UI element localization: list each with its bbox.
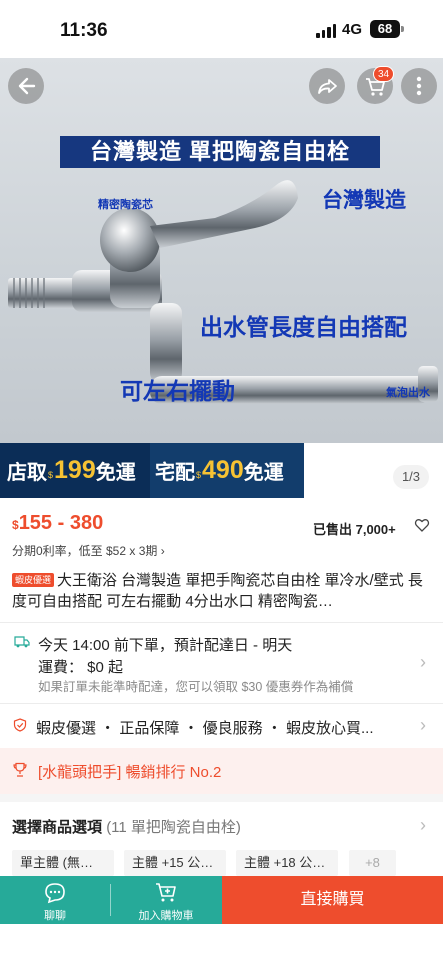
caption-swing: 可左右擺動 — [120, 378, 235, 404]
shield-check-icon — [13, 718, 27, 732]
price: $155 - 380 — [12, 512, 103, 535]
delivery-guarantee-note: 如果訂單未能準時配達，您可以領取 $30 優惠券作為補償 — [38, 680, 354, 694]
delivery-estimate: 今天 14:00 前下單，預計配達日 - 明天 — [38, 637, 293, 654]
add-to-cart-button[interactable]: 加入購物車 — [110, 876, 222, 924]
sold-count: 已售出 7,000+ — [313, 522, 396, 537]
chat-button[interactable]: 聊聊 — [0, 876, 110, 924]
price-range: 155 - 380 — [18, 512, 104, 534]
store-pickup-promo: 店取 $ 199 免運 — [0, 443, 150, 498]
share-icon — [318, 79, 337, 94]
signal-icon — [316, 24, 336, 38]
caption-pipe-length: 出水管長度自由搭配 — [200, 314, 407, 340]
share-button[interactable] — [309, 68, 345, 104]
options-title-label: 選擇商品選項 — [12, 819, 103, 836]
product-title: 蝦皮優選 大王衛浴 台灣製造 單把手陶瓷芯自由栓 單冷水/壁式 長度可自由搭配 可… — [12, 570, 432, 612]
chevron-right-icon: › — [420, 715, 426, 735]
option-chip[interactable]: 主體 +18 公… — [236, 850, 338, 876]
home-delivery-promo: 宅配 $ 490 免運 — [150, 443, 304, 498]
caption-ceramic-core: 精密陶瓷芯 — [98, 199, 153, 211]
home-amount: 490 — [202, 456, 244, 484]
add-cart-icon — [156, 883, 176, 902]
home-free: 免運 — [243, 462, 284, 484]
add-cart-label: 加入購物車 — [138, 910, 194, 922]
pickup-amount: 199 — [54, 456, 96, 484]
more-vertical-icon — [416, 76, 422, 96]
image-page-indicator: 1/3 — [393, 465, 429, 489]
price-currency: $ — [12, 518, 19, 532]
shipping-fee: 運費： $0 起 — [38, 659, 124, 676]
more-options-chip[interactable]: +8 — [349, 850, 396, 876]
divider — [0, 622, 443, 623]
back-button[interactable] — [8, 68, 44, 104]
options-title: 選擇商品選項 (11 單把陶瓷自由栓) — [12, 816, 241, 837]
ranking-text[interactable]: [水龍頭把手] 暢銷排行 No.2 — [38, 761, 221, 782]
caption-aerator: 氣泡出水 — [386, 387, 430, 399]
caption-made-in-taiwan: 台灣製造 — [322, 189, 406, 212]
truck-icon — [14, 636, 30, 648]
hero-banner: 台灣製造 單把陶瓷自由栓 — [60, 136, 380, 168]
chat-label: 聊聊 — [44, 910, 66, 922]
chat-icon — [45, 883, 65, 904]
chevron-right-icon: › — [420, 815, 426, 835]
divider — [0, 703, 443, 704]
divider — [110, 884, 111, 916]
pickup-free: 免運 — [95, 462, 136, 484]
cart-count-badge: 34 — [373, 66, 395, 82]
heart-icon[interactable] — [414, 517, 430, 533]
home-currency: $ — [196, 469, 202, 480]
pickup-label: 店取 — [7, 462, 47, 484]
options-count: (11 單把陶瓷自由栓) — [106, 819, 241, 836]
section-gap — [0, 794, 443, 802]
product-title-text: 大王衛浴 台灣製造 單把手陶瓷芯自由栓 單冷水/壁式 長度可自由搭配 可左右擺動… — [12, 572, 423, 610]
bottom-action-bar: 聊聊 加入購物車 直接購買 — [0, 876, 443, 924]
network-type: 4G — [342, 21, 363, 38]
free-shipping-strip: 店取 $ 199 免運 宅配 $ 490 免運 — [0, 443, 443, 498]
status-time: 11:36 — [60, 20, 108, 41]
battery-icon: 68 — [370, 20, 400, 38]
buy-now-button[interactable]: 直接購買 — [222, 876, 443, 924]
home-label: 宅配 — [155, 462, 195, 484]
trophy-icon — [13, 762, 27, 777]
status-bar: 11:36 4G 68 — [0, 0, 443, 58]
option-chip[interactable]: 主體 +15 公… — [124, 850, 226, 876]
product-image[interactable]: 台灣製造 單把陶瓷自由栓 精密陶瓷芯 台灣製造 出水管長度自由搭配 可左右擺動 … — [0, 58, 443, 443]
more-button[interactable] — [401, 68, 437, 104]
guarantee-text: 蝦皮優選 ・ 正品保障 ・ 優良服務 ・ 蝦皮放心買... — [36, 720, 374, 737]
option-chip[interactable]: 單主體 (無… — [12, 850, 114, 876]
battery-tip — [401, 26, 404, 32]
installment-info[interactable]: 分期0利率，低至 $52 x 3期 › — [12, 542, 165, 559]
preferred-badge: 蝦皮優選 — [12, 573, 55, 587]
chevron-right-icon: › — [420, 652, 426, 672]
pickup-currency: $ — [48, 469, 54, 480]
arrow-left-icon — [18, 77, 36, 95]
